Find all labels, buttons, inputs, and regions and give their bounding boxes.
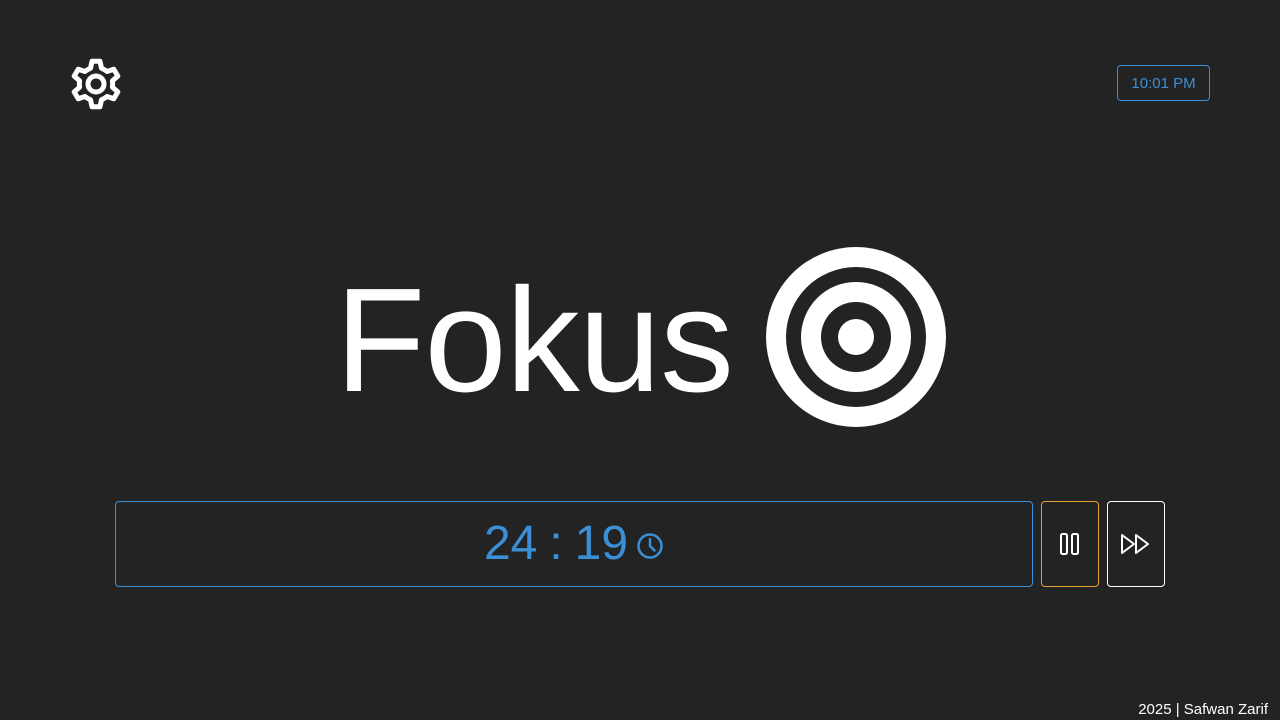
current-time: 10:01 PM [1117,65,1210,101]
timer-readout: 24 : 19 [484,520,628,568]
timer-minutes: 24 [483,517,538,570]
timer-display: 24 : 19 [115,501,1033,587]
brand: Fokus [335,246,947,428]
timer-separator: : [549,517,563,570]
fast-forward-icon [1120,532,1152,556]
app-screen: 10:01 PM Fokus 24 : 19 2025 | Safwan Zar… [0,0,1280,720]
gear-icon [64,52,128,116]
target-icon [765,246,947,428]
pause-button[interactable] [1041,501,1099,587]
app-title: Fokus [335,258,734,423]
footer-credit: 2025 | Safwan Zarif [1138,701,1268,718]
settings-button[interactable] [64,52,128,116]
clock-icon [636,532,664,560]
timer-seconds: 19 [574,517,629,570]
pause-icon [1059,532,1081,556]
skip-button[interactable] [1107,501,1165,587]
